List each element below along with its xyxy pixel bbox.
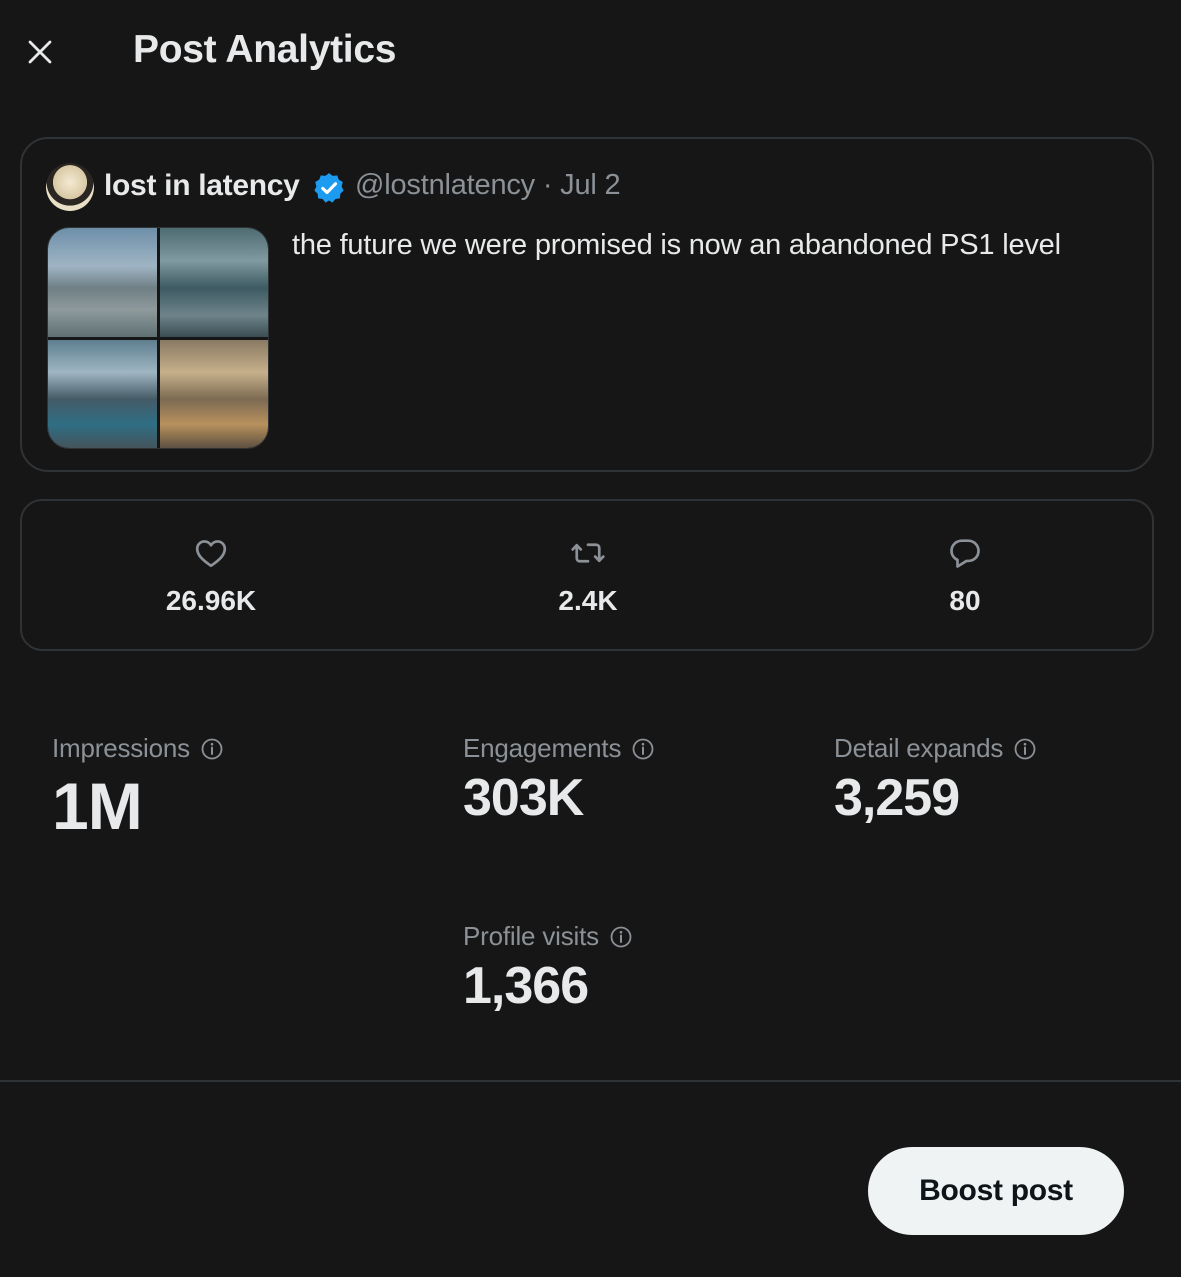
reposts-stat: 2.4K [488, 535, 688, 617]
info-icon[interactable] [200, 737, 224, 761]
detail-expands-metric: Detail expands 3,259 [834, 733, 1037, 828]
media-thumbnail[interactable] [48, 228, 157, 337]
engagement-summary: 26.96K 2.4K 80 [20, 499, 1154, 651]
info-icon[interactable] [1013, 737, 1037, 761]
media-thumbnail[interactable] [159, 339, 268, 448]
media-thumbnail[interactable] [159, 228, 268, 337]
engagements-value: 303K [463, 769, 584, 827]
engagements-metric: Engagements 303K [463, 733, 655, 828]
info-icon[interactable] [631, 737, 655, 761]
profile-visits-value: 1,366 [463, 957, 589, 1015]
likes-count: 26.96K [165, 585, 257, 616]
impressions-label-row: Impressions [52, 733, 224, 764]
replies-stat: 80 [865, 535, 1065, 617]
post-text: the future we were promised is now an ab… [292, 229, 1061, 261]
profile-visits-label-row: Profile visits [463, 921, 633, 952]
detail-expands-value: 3,259 [834, 769, 960, 827]
likes-stat: 26.96K [111, 535, 311, 617]
detail-expands-label: Detail expands [834, 733, 1004, 763]
post-analytics-modal: Post Analytics lost in latency @lostnlat… [0, 0, 1181, 1277]
repost-icon [571, 543, 605, 563]
engagements-label: Engagements [463, 733, 622, 763]
reposts-count: 2.4K [558, 585, 618, 616]
engagements-label-row: Engagements [463, 733, 655, 764]
close-icon [28, 40, 52, 64]
close-button[interactable] [18, 30, 62, 74]
verified-badge-icon [314, 173, 344, 203]
footer-divider [0, 1080, 1181, 1082]
reply-icon [950, 539, 980, 568]
post-media-grid[interactable] [47, 227, 269, 449]
author-name: lost in latency [104, 169, 300, 202]
impressions-metric: Impressions 1M [52, 733, 224, 844]
media-thumbnail[interactable] [48, 339, 157, 448]
profile-visits-metric: Profile visits 1,366 [463, 921, 633, 1016]
post-preview-card[interactable]: lost in latency @lostnlatency · Jul 2 th… [20, 137, 1154, 472]
impressions-label: Impressions [52, 733, 190, 763]
heart-icon [195, 540, 227, 568]
impressions-value: 1M [52, 769, 143, 843]
boost-post-button[interactable]: Boost post [868, 1147, 1124, 1235]
avatar [46, 163, 94, 211]
replies-count: 80 [949, 585, 981, 616]
modal-header: Post Analytics [0, 0, 1181, 104]
post-handle-date: @lostnlatency · Jul 2 [355, 169, 621, 201]
info-icon[interactable] [609, 925, 633, 949]
detail-expands-label-row: Detail expands [834, 733, 1037, 764]
page-title: Post Analytics [133, 28, 397, 71]
profile-visits-label: Profile visits [463, 921, 599, 951]
